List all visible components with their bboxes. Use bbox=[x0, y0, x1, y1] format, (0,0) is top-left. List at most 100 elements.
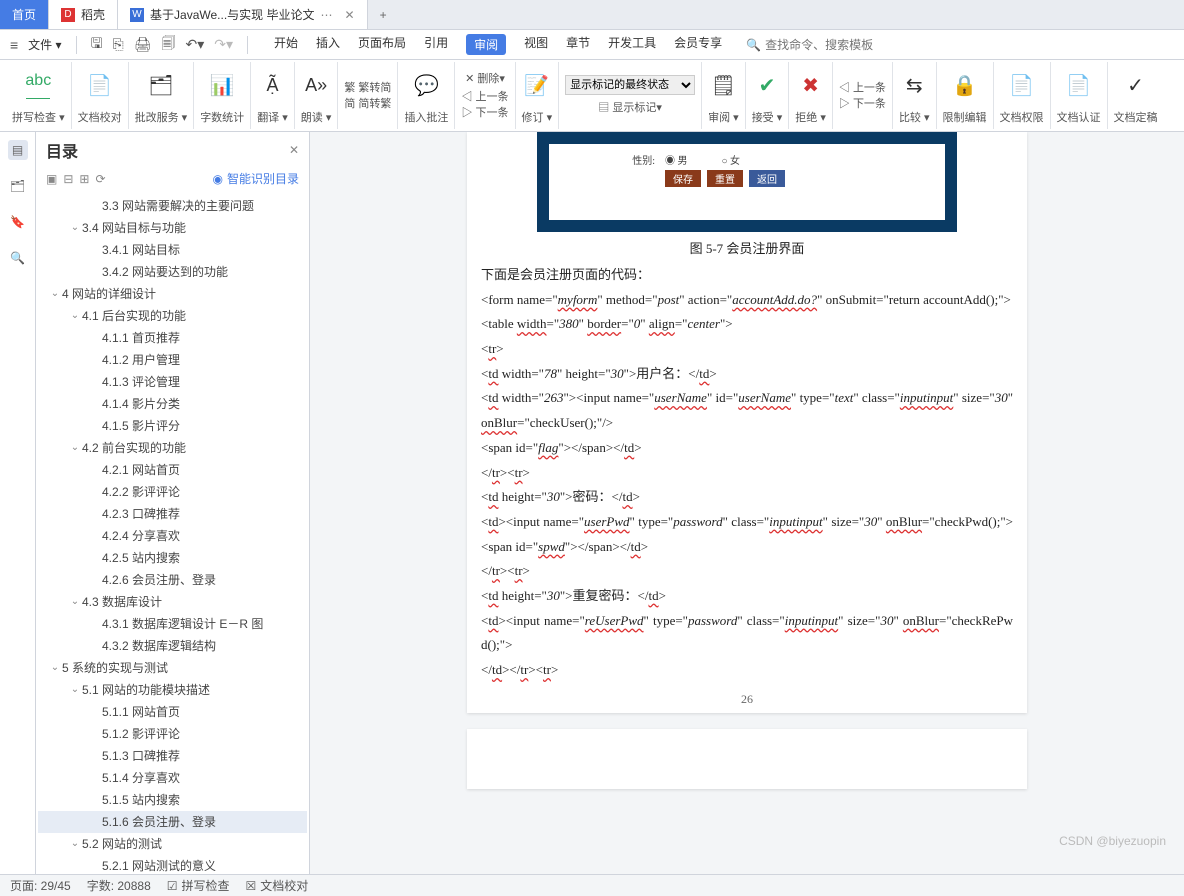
outline-node[interactable]: 4.2.3 口碑推荐 bbox=[38, 503, 307, 525]
tab-menu-icon[interactable]: ⋯ bbox=[321, 8, 333, 22]
menu-tab-3[interactable]: 引用 bbox=[424, 34, 448, 55]
wordcount-indicator[interactable]: 字数: 20888 bbox=[87, 877, 151, 894]
outline-node[interactable]: 4.1.3 评论管理 bbox=[38, 371, 307, 393]
menu-tab-5[interactable]: 视图 bbox=[524, 34, 548, 55]
prev-comment-button[interactable]: ◁ 上一条 bbox=[461, 88, 508, 104]
doccorrect-button[interactable]: 📄文档校对 bbox=[72, 62, 129, 129]
chevron-down-icon[interactable]: ⌄ bbox=[68, 439, 82, 457]
outline-node[interactable]: 5.1.1 网站首页 bbox=[38, 701, 307, 723]
display-mode-select[interactable]: 显示标记的最终状态 bbox=[565, 75, 695, 95]
outline-node[interactable]: 4.2.2 影评评论 bbox=[38, 481, 307, 503]
read-button[interactable]: A»朗读 ▾ bbox=[295, 62, 339, 129]
collapse-all-icon[interactable]: ▣ bbox=[46, 172, 57, 186]
outline-node[interactable]: 5.1.5 站内搜索 bbox=[38, 789, 307, 811]
wordcount-button[interactable]: 📊字数统计 bbox=[194, 62, 251, 129]
export-icon[interactable]: ⎘ bbox=[113, 36, 124, 53]
outline-node[interactable]: 4.2.1 网站首页 bbox=[38, 459, 307, 481]
reject-button[interactable]: ✖拒绝 ▾ bbox=[789, 62, 833, 129]
command-search[interactable]: 🔍 bbox=[746, 38, 885, 52]
page-indicator[interactable]: 页面: 29/45 bbox=[10, 877, 71, 894]
expand-icon[interactable]: ⊟ bbox=[63, 172, 73, 186]
bookmark-button[interactable]: 🔖 bbox=[8, 212, 28, 232]
chevron-down-icon[interactable]: ⌄ bbox=[68, 219, 82, 237]
menu-tab-4[interactable]: 审阅 bbox=[466, 34, 506, 55]
reviewpane-button[interactable]: 🗒审阅 ▾ bbox=[702, 62, 746, 129]
redo-icon[interactable]: ↷▾ bbox=[214, 36, 233, 53]
close-icon[interactable]: ✕ bbox=[345, 8, 355, 22]
add-icon[interactable]: ⊞ bbox=[79, 172, 89, 186]
hamburger-icon[interactable]: ≡ bbox=[10, 37, 18, 53]
search-input[interactable] bbox=[765, 38, 885, 52]
outline-node[interactable]: ⌄3.4 网站目标与功能 bbox=[38, 217, 307, 239]
tab-document[interactable]: W 基于JavaWe...与实现 毕业论文 ⋯ ✕ bbox=[118, 0, 368, 29]
outline-node[interactable]: 3.4.2 网站要达到的功能 bbox=[38, 261, 307, 283]
tab-home[interactable]: 首页 bbox=[0, 0, 49, 29]
smart-outline-button[interactable]: ◉智能识别目录 bbox=[213, 170, 300, 187]
outline-node[interactable]: 4.2.5 站内搜索 bbox=[38, 547, 307, 569]
revise-button[interactable]: 📝修订 ▾ bbox=[516, 62, 560, 129]
find-button[interactable]: 🔍 bbox=[8, 248, 28, 268]
spellcheck-toggle[interactable]: ☑ 拼写检查 bbox=[167, 877, 230, 894]
print-icon[interactable]: 🖨 bbox=[134, 36, 152, 53]
thumbnail-button[interactable]: 🗂 bbox=[8, 176, 28, 196]
outline-node[interactable]: 4.3.1 数据库逻辑设计 E－R 图 bbox=[38, 613, 307, 635]
outline-node[interactable]: ⌄4.1 后台实现的功能 bbox=[38, 305, 307, 327]
menu-tab-6[interactable]: 章节 bbox=[566, 34, 590, 55]
restrict-button[interactable]: 🔒限制编辑 bbox=[937, 62, 994, 129]
outline-node[interactable]: ⌄5 系统的实现与测试 bbox=[38, 657, 307, 679]
menu-tab-1[interactable]: 插入 bbox=[316, 34, 340, 55]
showmark-button[interactable]: ▤ 显示标记▾ bbox=[598, 99, 662, 115]
outline-node[interactable]: 5.1.2 影评评论 bbox=[38, 723, 307, 745]
outline-node[interactable]: ⌄5.1 网站的功能模块描述 bbox=[38, 679, 307, 701]
chevron-down-icon[interactable]: ⌄ bbox=[48, 659, 62, 677]
chevron-down-icon[interactable]: ⌄ bbox=[68, 681, 82, 699]
menu-tab-0[interactable]: 开始 bbox=[274, 34, 298, 55]
delete-comment-button[interactable]: ✕ 删除▾ bbox=[465, 70, 505, 86]
save-icon[interactable]: 🖫 bbox=[91, 33, 103, 57]
spellcheck-button[interactable]: abc拼写检查 ▾ bbox=[6, 62, 72, 129]
outline-node[interactable]: 4.1.4 影片分类 bbox=[38, 393, 307, 415]
outline-node[interactable]: 4.1.1 首页推荐 bbox=[38, 327, 307, 349]
proofread-toggle[interactable]: ☒ 文档校对 bbox=[246, 877, 309, 894]
outline-node[interactable]: ⌄4 网站的详细设计 bbox=[38, 283, 307, 305]
next-comment-button[interactable]: ▷ 下一条 bbox=[461, 104, 508, 120]
outline-node[interactable]: 4.1.2 用户管理 bbox=[38, 349, 307, 371]
print-preview-icon[interactable]: 🗐 bbox=[161, 33, 175, 57]
page-scroll[interactable]: 性别:◉ 男○ 女 保存重置返回 图 5-7 会员注册界面 下面是会员注册页面的… bbox=[310, 132, 1184, 874]
batch-button[interactable]: 🗂批改服务 ▾ bbox=[129, 62, 195, 129]
outline-node[interactable]: 3.3 网站需要解决的主要问题 bbox=[38, 195, 307, 217]
chevron-down-icon[interactable]: ⌄ bbox=[68, 307, 82, 325]
undo-icon[interactable]: ↶▾ bbox=[185, 36, 204, 53]
accept-button[interactable]: ✔接受 ▾ bbox=[746, 62, 790, 129]
menu-tab-7[interactable]: 开发工具 bbox=[608, 34, 656, 55]
next-revision-button[interactable]: ▷ 下一条 bbox=[839, 95, 886, 111]
outline-close-button[interactable]: ✕ bbox=[289, 143, 299, 157]
outline-node[interactable]: 5.1.6 会员注册、登录 bbox=[38, 811, 307, 833]
outline-node[interactable]: ⌄5.2 网站的测试 bbox=[38, 833, 307, 855]
outline-node[interactable]: 4.1.5 影片评分 bbox=[38, 415, 307, 437]
file-menu[interactable]: 文件 ▾ bbox=[28, 36, 61, 53]
insertcomment-button[interactable]: 💬插入批注 bbox=[398, 62, 455, 129]
outline-node[interactable]: 4.2.6 会员注册、登录 bbox=[38, 569, 307, 591]
new-tab-button[interactable]: + bbox=[368, 0, 399, 29]
outline-node[interactable]: 3.4.1 网站目标 bbox=[38, 239, 307, 261]
chevron-down-icon[interactable]: ⌄ bbox=[68, 593, 82, 611]
prev-revision-button[interactable]: ◁ 上一条 bbox=[839, 79, 886, 95]
docfinal-button[interactable]: ✓文档定稿 bbox=[1108, 62, 1164, 129]
outline-node[interactable]: 5.2.1 网站测试的意义 bbox=[38, 855, 307, 874]
chevron-down-icon[interactable]: ⌄ bbox=[68, 835, 82, 853]
chevron-down-icon[interactable]: ⌄ bbox=[48, 285, 62, 303]
simptrad-button[interactable]: 繁 繁转简简 简转繁 bbox=[338, 62, 398, 129]
translate-button[interactable]: Ạ̃翻译 ▾ bbox=[251, 62, 295, 129]
outline-node[interactable]: 4.3.2 数据库逻辑结构 bbox=[38, 635, 307, 657]
menu-tab-2[interactable]: 页面布局 bbox=[358, 34, 406, 55]
compare-button[interactable]: ⇆比较 ▾ bbox=[893, 62, 937, 129]
outline-node[interactable]: 5.1.4 分享喜欢 bbox=[38, 767, 307, 789]
outline-node[interactable]: 4.2.4 分享喜欢 bbox=[38, 525, 307, 547]
refresh-icon[interactable]: ⟳ bbox=[95, 172, 105, 186]
outline-toggle-button[interactable]: ▤ bbox=[8, 140, 28, 160]
docauth-button[interactable]: 📄文档认证 bbox=[1051, 62, 1108, 129]
outline-node[interactable]: ⌄4.2 前台实现的功能 bbox=[38, 437, 307, 459]
tab-daoke[interactable]: D 稻壳 bbox=[49, 0, 118, 29]
outline-node[interactable]: 5.1.3 口碑推荐 bbox=[38, 745, 307, 767]
